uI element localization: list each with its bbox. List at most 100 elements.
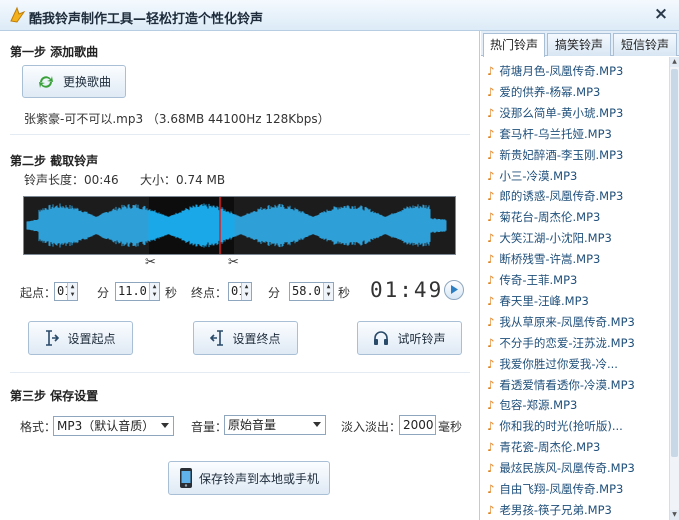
scissors-start-icon[interactable]: ✂	[145, 255, 156, 270]
end-second-input[interactable]: 58.0 ▲ ▼	[289, 282, 334, 301]
set-start-icon	[45, 330, 60, 346]
list-item[interactable]: ♪ 没那么简单-黄小琥.MP3	[487, 103, 667, 123]
list-item[interactable]: ♪ 你和我的时光(抢听版)...	[487, 416, 667, 436]
list-item[interactable]: ♪ 我爱你胜过你爱我-冷...	[487, 354, 667, 374]
end-marker[interactable]	[230, 188, 240, 195]
play-icon	[450, 283, 458, 297]
list-item[interactable]: ♪ 断桥残雪-许嵩.MP3	[487, 249, 667, 269]
save-ringtone-label: 保存铃声到本地或手机	[198, 471, 319, 486]
format-label: 格式：	[20, 420, 57, 434]
music-note-icon: ♪	[487, 293, 495, 308]
start-minute-stepper[interactable]: ▲ ▼	[67, 283, 77, 300]
list-item[interactable]: ♪ 看透爱情看透你-冷漠.MP3	[487, 375, 667, 395]
song-title: 小三-冷漠.MP3	[499, 168, 578, 183]
music-note-icon: ♪	[487, 168, 495, 183]
music-note-icon: ♪	[487, 377, 495, 392]
music-note-icon: ♪	[487, 461, 495, 476]
song-title: 不分手的恋爱-汪苏泷.MP3	[499, 335, 635, 350]
window-title: 酷我铃声制作工具—轻松打造个性化铃声	[29, 12, 264, 27]
music-note-icon: ♪	[487, 502, 495, 517]
start-minute-input[interactable]: 01 ▲ ▼	[54, 282, 78, 301]
tab-funny-ringtones[interactable]: 搞笑铃声	[547, 33, 611, 56]
list-item[interactable]: ♪ 春天里-汪峰.MP3	[487, 291, 667, 311]
step3-title: 第三步 保存设置	[10, 389, 99, 403]
play-button[interactable]	[444, 280, 464, 300]
tab-sms-ringtones[interactable]: 短信铃声	[613, 33, 677, 56]
list-item[interactable]: ♪ 最炫民族风-凤凰传奇.MP3	[487, 458, 667, 478]
tab-hot-ringtones[interactable]: 热门铃声	[483, 33, 545, 57]
list-item[interactable]: ♪ 自由飞翔-凤凰传奇.MP3	[487, 479, 667, 499]
waveform-editor[interactable]	[23, 196, 456, 255]
start-second-stepper[interactable]: ▲ ▼	[149, 283, 159, 300]
save-ringtone-button[interactable]: 保存铃声到本地或手机	[168, 461, 330, 495]
music-note-icon: ♪	[487, 189, 495, 204]
list-item[interactable]: ♪ 爱的供养-杨幂.MP3	[487, 82, 667, 102]
scroll-thumb[interactable]	[671, 69, 678, 457]
close-button[interactable]: ×	[652, 5, 670, 23]
end-label: 终点：	[191, 286, 228, 300]
music-note-icon: ♪	[487, 210, 495, 225]
divider	[10, 372, 470, 373]
start-marker[interactable]	[147, 188, 157, 195]
fade-input[interactable]: 2000	[399, 415, 436, 435]
music-note-icon: ♪	[487, 231, 495, 246]
song-title: 大笑江湖-小沈阳.MP3	[499, 231, 612, 246]
refresh-icon	[37, 73, 55, 91]
music-note-icon: ♪	[487, 105, 495, 120]
ringtone-size: 大小：0.74 MB	[140, 173, 226, 187]
list-item[interactable]: ♪ 传奇-王菲.MP3	[487, 270, 667, 290]
music-note-icon: ♪	[487, 419, 495, 434]
song-title: 自由飞翔-凤凰传奇.MP3	[499, 482, 624, 496]
list-item[interactable]: ♪ 套马杆-乌兰托娅.MP3	[487, 124, 667, 144]
list-item[interactable]: ♪ 菊花台-周杰伦.MP3	[487, 207, 667, 227]
list-item[interactable]: ♪ 郎的诱惑-凤凰传奇.MP3	[487, 186, 667, 206]
music-note-icon: ♪	[487, 147, 495, 162]
song-title: 我爱你胜过你爱我-冷...	[499, 356, 618, 371]
volume-select[interactable]: 原始音量	[224, 415, 326, 435]
song-title: 没那么简单-黄小琥.MP3	[499, 105, 624, 120]
song-title: 新贵妃醉酒-李玉刚.MP3	[499, 147, 624, 162]
music-note-icon: ♪	[487, 84, 495, 99]
list-item[interactable]: ♪ 老男孩-筷子兄弟.MP3	[487, 500, 667, 520]
end-minute-stepper[interactable]: ▲ ▼	[241, 283, 251, 300]
music-note-icon: ♪	[487, 126, 495, 141]
format-select[interactable]: MP3（默认音质）	[53, 416, 174, 436]
music-note-icon: ♪	[487, 273, 495, 287]
music-note-icon: ♪	[487, 356, 495, 371]
sidebar-tabs: 热门铃声 搞笑铃声 短信铃声	[481, 31, 679, 57]
change-song-button[interactable]: 更换歌曲	[22, 65, 126, 98]
start-minute-unit: 分	[97, 286, 110, 300]
set-end-button[interactable]: 设置终点	[193, 321, 298, 355]
song-title: 看透爱情看透你-冷漠.MP3	[499, 377, 635, 392]
file-info: 张紫豪-可不可以.mp3 （3.68MB 44100Hz 128Kbps）	[24, 112, 330, 126]
start-second-unit: 秒	[165, 286, 178, 300]
end-second-stepper[interactable]: ▲ ▼	[323, 283, 333, 300]
list-item[interactable]: ♪ 包容-郑源.MP3	[487, 395, 667, 415]
set-end-icon	[210, 330, 224, 346]
fade-unit: 毫秒	[438, 420, 463, 434]
preview-button[interactable]: 试听铃声	[357, 321, 462, 355]
list-item[interactable]: ♪ 不分手的恋爱-汪苏泷.MP3	[487, 333, 667, 353]
set-start-button[interactable]: 设置起点	[28, 321, 133, 355]
list-item[interactable]: ♪ 荷塘月色-凤凰传奇.MP3	[487, 61, 667, 81]
song-title: 春天里-汪峰.MP3	[499, 293, 589, 308]
scissors-end-icon[interactable]: ✂	[228, 255, 239, 270]
end-second-unit: 秒	[338, 286, 351, 300]
headphones-icon	[373, 330, 389, 346]
list-item[interactable]: ♪ 小三-冷漠.MP3	[487, 166, 667, 186]
scroll-down-icon[interactable]: ▼	[670, 510, 679, 520]
song-title: 传奇-王菲.MP3	[499, 273, 578, 287]
end-minute-input[interactable]: 01 ▲ ▼	[228, 282, 252, 301]
list-item[interactable]: ♪ 青花瓷-周杰伦.MP3	[487, 437, 667, 457]
time-display: 01:49	[370, 278, 444, 302]
start-second-input[interactable]: 11.0 ▲ ▼	[115, 282, 160, 301]
scroll-up-icon[interactable]: ▲	[670, 57, 679, 67]
list-item[interactable]: ♪ 大笑江湖-小沈阳.MP3	[487, 228, 667, 248]
scrollbar[interactable]: ▲ ▼	[669, 57, 679, 520]
change-song-label: 更换歌曲	[62, 75, 111, 89]
divider	[10, 134, 470, 135]
song-title: 套马杆-乌兰托娅.MP3	[499, 126, 612, 141]
list-item[interactable]: ♪ 我从草原来-凤凰传奇.MP3	[487, 312, 667, 332]
list-item[interactable]: ♪ 新贵妃醉酒-李玉刚.MP3	[487, 145, 667, 165]
song-title: 我从草原来-凤凰传奇.MP3	[499, 314, 635, 329]
